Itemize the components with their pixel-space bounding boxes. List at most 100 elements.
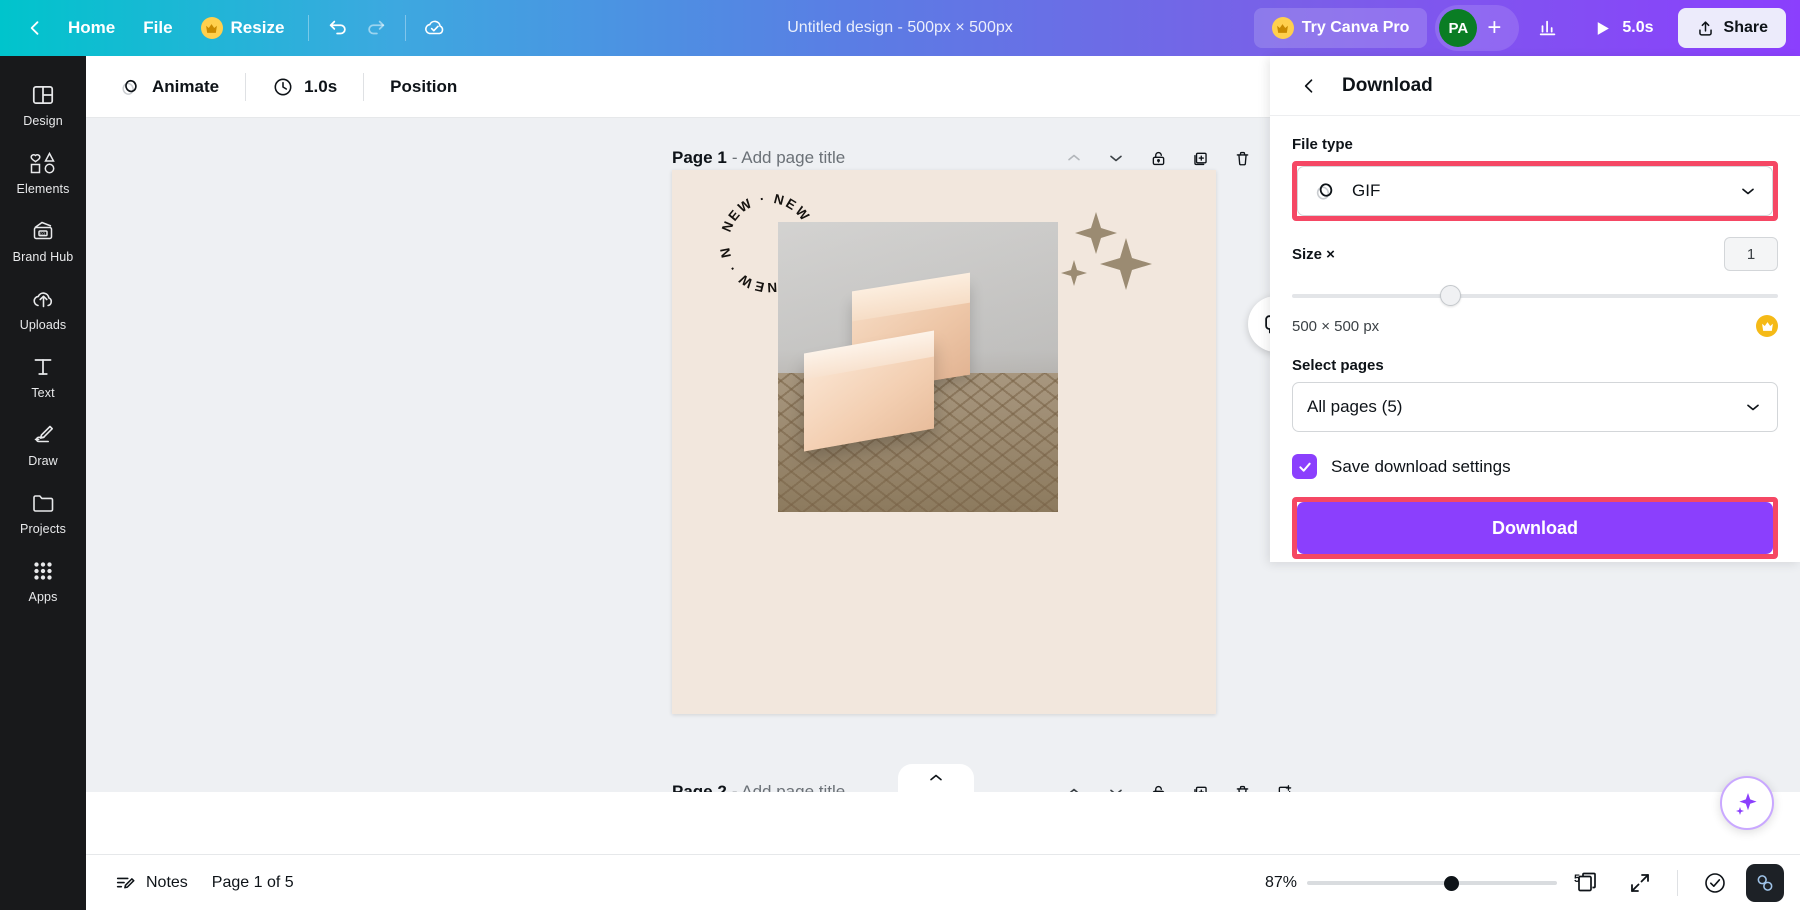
animate-button[interactable]: Animate: [104, 67, 233, 107]
position-label: Position: [390, 76, 458, 96]
save-download-settings-row[interactable]: Save download settings: [1292, 454, 1778, 479]
uploads-icon: [32, 292, 52, 308]
size-slider-track: [1292, 294, 1778, 298]
preview-play-button[interactable]: 5.0s: [1577, 8, 1669, 48]
save-settings-label: Save download settings: [1331, 456, 1511, 476]
check-icon: [1298, 462, 1311, 472]
status-check-button[interactable]: [1694, 863, 1736, 903]
zoom-slider-track: [1307, 880, 1557, 885]
top-bar-left-group: Home File Resize: [0, 10, 454, 46]
fullscreen-button[interactable]: [1619, 863, 1661, 903]
download-panel: Download File type GIF Size × 1 500 × 50…: [1270, 56, 1800, 562]
sidebar-item-label: Text: [31, 386, 55, 400]
sidebar-item-label: Elements: [16, 182, 70, 196]
insights-icon[interactable]: [1527, 8, 1569, 48]
lock-page-icon[interactable]: [1139, 774, 1177, 792]
chevron-down-icon: [1742, 188, 1754, 195]
page-indicator-button[interactable]: Page 1 of 5: [200, 863, 306, 903]
sidebar-item-apps[interactable]: Apps: [4, 548, 82, 612]
file-type-select[interactable]: GIF: [1297, 166, 1773, 216]
delete-page-icon[interactable]: [1223, 774, 1261, 792]
top-bar: Home File Resize Untitled design - 500px…: [0, 0, 1800, 56]
avatar[interactable]: PA: [1439, 9, 1478, 47]
select-pages-value: All pages (5): [1307, 397, 1403, 416]
size-input[interactable]: 1: [1724, 237, 1778, 271]
crown-icon: [200, 17, 223, 39]
size-slider-knob[interactable]: [1440, 285, 1461, 306]
resize-button[interactable]: Resize: [187, 10, 299, 46]
design-icon: [32, 86, 54, 104]
file-type-value: GIF: [1352, 181, 1381, 200]
select-pages-dropdown[interactable]: All pages (5): [1292, 382, 1778, 432]
download-button-label: Download: [1492, 517, 1578, 538]
sidebar-item-label: Uploads: [19, 318, 67, 332]
file-menu-button[interactable]: File: [129, 10, 186, 46]
text-icon: [34, 359, 52, 375]
cloud-saved-icon[interactable]: [416, 10, 454, 46]
sparkles-decoration[interactable]: [1060, 208, 1156, 296]
help-button[interactable]: [1746, 863, 1784, 902]
draw-icon: [34, 425, 53, 443]
share-button[interactable]: Share: [1677, 8, 1786, 48]
page-1-label: Page 1: [672, 148, 727, 167]
sidebar-item-label: Design: [23, 114, 63, 128]
page-1-title-placeholder[interactable]: - Add page title: [732, 148, 845, 168]
clock-icon: [274, 78, 292, 95]
add-page-icon[interactable]: [1265, 774, 1303, 792]
resize-label: Resize: [230, 18, 285, 37]
panel-back-icon[interactable]: [1292, 69, 1326, 103]
move-page-down-icon[interactable]: [1097, 774, 1135, 792]
undo-icon[interactable]: [319, 10, 357, 46]
zoom-slider-knob[interactable]: [1444, 875, 1459, 891]
download-button[interactable]: Download: [1297, 502, 1773, 554]
download-panel-title: Download: [1342, 74, 1433, 96]
delete-page-icon[interactable]: [1223, 140, 1261, 176]
product-photo[interactable]: [778, 222, 1058, 512]
expand-icon: [1631, 873, 1649, 892]
sidebar-item-projects[interactable]: Projects: [4, 480, 82, 544]
duplicate-page-icon[interactable]: [1181, 774, 1219, 792]
divider: [308, 15, 310, 41]
bottom-bar-right-group: 87% 5: [1245, 863, 1784, 903]
save-settings-checkbox[interactable]: [1292, 454, 1317, 479]
sidebar-item-text[interactable]: Text: [4, 344, 82, 408]
zoom-percentage[interactable]: 87%: [1245, 874, 1297, 892]
try-canva-pro-label: Try Canva Pro: [1301, 19, 1410, 36]
page-1-canvas[interactable]: NEW · NEW · NEW · NEW · NEW ·: [672, 170, 1216, 714]
sidebar-item-draw[interactable]: Draw: [4, 412, 82, 476]
position-button[interactable]: Position: [376, 67, 471, 107]
sidebar-item-uploads[interactable]: Uploads: [4, 276, 82, 340]
grid-view-button[interactable]: 5: [1567, 863, 1609, 903]
divider: [405, 15, 407, 41]
notes-icon: [116, 877, 135, 888]
size-row: Size × 1: [1292, 237, 1778, 271]
brand-hub-icon: CO.: [33, 221, 53, 240]
duration-button[interactable]: 1.0s: [258, 67, 351, 107]
collapse-panel-handle[interactable]: [898, 764, 974, 792]
download-panel-body: File type GIF Size × 1 500 × 500 px Sele…: [1270, 116, 1800, 559]
add-collaborator-button[interactable]: +: [1479, 14, 1509, 42]
size-slider[interactable]: [1292, 283, 1778, 309]
crown-icon[interactable]: [1756, 315, 1778, 337]
try-canva-pro-button[interactable]: Try Canva Pro: [1253, 8, 1428, 48]
sidebar-item-design[interactable]: Design: [4, 72, 82, 136]
page-2-title-placeholder[interactable]: - Add page title: [732, 782, 845, 792]
sidebar-item-elements[interactable]: Elements: [4, 140, 82, 204]
move-page-up-icon[interactable]: [1055, 774, 1093, 792]
redo-icon[interactable]: [357, 10, 395, 46]
sparkle-wand-icon: [1736, 793, 1757, 815]
canva-editor: Home File Resize Untitled design - 500px…: [0, 0, 1800, 910]
notes-button[interactable]: Notes: [102, 863, 200, 903]
collaborators-group[interactable]: PA +: [1435, 5, 1520, 51]
magic-studio-button[interactable]: [1720, 776, 1774, 830]
play-icon: [1598, 21, 1610, 35]
size-label: Size ×: [1292, 245, 1335, 263]
back-arrow-icon[interactable]: [16, 10, 54, 46]
zoom-slider[interactable]: [1307, 872, 1557, 894]
sidebar-item-brand-hub[interactable]: CO. Brand Hub: [4, 208, 82, 272]
share-upload-icon: [1698, 20, 1712, 36]
check-circle-icon: [1705, 872, 1725, 893]
gif-format-icon: [1316, 183, 1333, 200]
svg-text:CO.: CO.: [40, 232, 46, 236]
home-button[interactable]: Home: [54, 10, 129, 46]
